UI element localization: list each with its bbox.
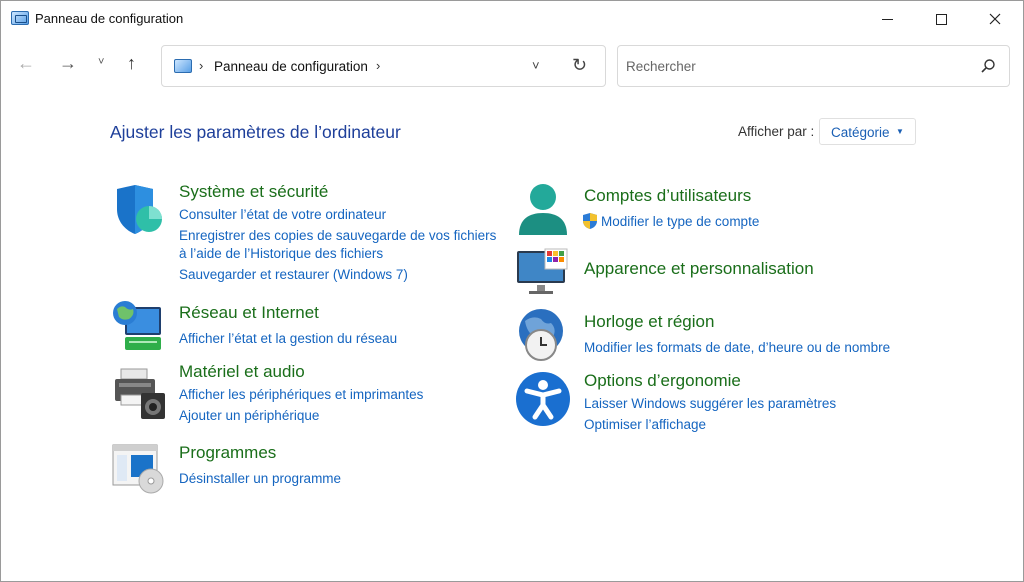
network-globe-icon bbox=[111, 299, 165, 353]
view-by-label: Afficher par : bbox=[738, 124, 815, 139]
back-button[interactable]: ← bbox=[17, 54, 35, 72]
maximize-icon bbox=[935, 13, 947, 25]
close-button[interactable] bbox=[972, 1, 1018, 37]
maximize-button[interactable] bbox=[918, 1, 964, 37]
address-dropdown-icon[interactable]: ˅ bbox=[532, 58, 540, 73]
view-by-dropdown[interactable]: Catégorie ▼ bbox=[819, 118, 916, 145]
breadcrumb-control-panel[interactable]: Panneau de configuration bbox=[214, 59, 368, 74]
link-optimize-display[interactable]: Optimiser l’affichage bbox=[584, 417, 706, 432]
link-devices-printers[interactable]: Afficher les périphériques et imprimante… bbox=[179, 387, 423, 402]
dropdown-caret-icon: ▼ bbox=[896, 127, 904, 136]
clock-globe-icon bbox=[515, 307, 571, 363]
category-system-security[interactable]: Système et sécurité bbox=[179, 182, 328, 202]
search-box[interactable] bbox=[617, 45, 1010, 87]
link-network-status[interactable]: Afficher l’état et la gestion du réseau bbox=[179, 331, 397, 346]
accessibility-icon bbox=[515, 371, 571, 427]
address-bar[interactable]: › Panneau de configuration › ˅ ↻ bbox=[161, 45, 606, 87]
programs-disc-icon bbox=[111, 443, 167, 495]
link-let-windows-suggest[interactable]: Laisser Windows suggérer les paramètres bbox=[584, 396, 836, 411]
forward-button[interactable]: → bbox=[59, 54, 77, 72]
up-button[interactable]: ↑ bbox=[127, 54, 136, 72]
link-date-time-formats[interactable]: Modifier les formats de date, d’heure ou… bbox=[584, 340, 890, 355]
control-panel-icon bbox=[174, 59, 192, 73]
link-change-account-type[interactable]: Modifier le type de compte bbox=[601, 214, 759, 229]
category-appearance-personalization[interactable]: Apparence et personnalisation bbox=[584, 259, 814, 279]
search-input[interactable] bbox=[626, 56, 966, 76]
category-programs[interactable]: Programmes bbox=[179, 443, 276, 463]
category-network-internet[interactable]: Réseau et Internet bbox=[179, 303, 319, 323]
page-title: Ajuster les paramètres de l’ordinateur bbox=[110, 122, 401, 142]
link-backup-restore[interactable]: Sauvegarder et restaurer (Windows 7) bbox=[179, 267, 408, 282]
shield-icon bbox=[111, 183, 165, 237]
category-user-accounts[interactable]: Comptes d’utilisateurs bbox=[584, 186, 751, 206]
search-icon[interactable] bbox=[980, 58, 996, 74]
monitor-personalize-icon bbox=[515, 247, 571, 297]
view-by-value[interactable]: Catégorie bbox=[831, 125, 890, 140]
category-ease-of-access[interactable]: Options d’ergonomie bbox=[584, 371, 741, 391]
link-add-device[interactable]: Ajouter un périphérique bbox=[179, 408, 319, 423]
minimize-icon bbox=[881, 18, 893, 20]
user-accounts-icon bbox=[515, 181, 571, 237]
control-panel-app-icon bbox=[11, 11, 29, 25]
link-check-computer-status[interactable]: Consulter l’état de votre ordinateur bbox=[179, 207, 386, 222]
link-file-history-backup-line2[interactable]: à l’aide de l’Historique des fichiers bbox=[179, 246, 383, 261]
printer-speaker-icon bbox=[111, 365, 167, 421]
recent-locations-button[interactable]: ˅ bbox=[98, 57, 104, 68]
minimize-button[interactable] bbox=[864, 1, 910, 37]
category-clock-region[interactable]: Horloge et région bbox=[584, 312, 714, 332]
control-panel-window: Panneau de configuration ← → ˅ ↑ › Panne… bbox=[0, 0, 1024, 582]
breadcrumb-chevron-icon[interactable]: › bbox=[199, 58, 203, 73]
title-bar: Panneau de configuration bbox=[1, 1, 1023, 37]
window-title: Panneau de configuration bbox=[35, 11, 184, 26]
refresh-icon[interactable]: ↻ bbox=[572, 55, 587, 76]
link-file-history-backup[interactable]: Enregistrer des copies de sauvegarde de … bbox=[179, 228, 496, 243]
uac-shield-icon bbox=[582, 212, 598, 230]
close-icon bbox=[989, 13, 1001, 25]
category-hardware-sound[interactable]: Matériel et audio bbox=[179, 362, 305, 382]
link-uninstall-program[interactable]: Désinstaller un programme bbox=[179, 471, 341, 486]
breadcrumb-chevron-icon[interactable]: › bbox=[376, 58, 380, 73]
